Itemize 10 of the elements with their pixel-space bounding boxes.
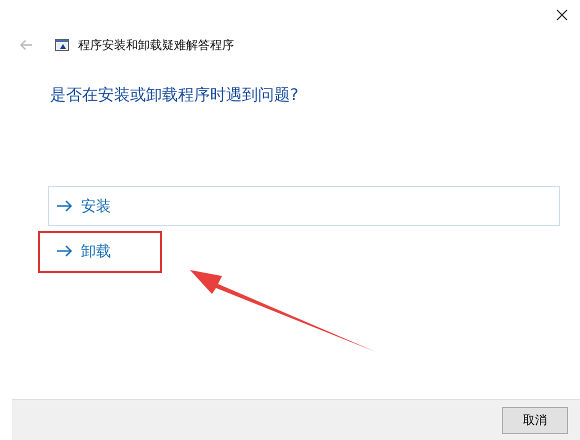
- close-icon[interactable]: [556, 9, 568, 21]
- program-window-icon: [55, 39, 69, 51]
- option-label: 安装: [81, 196, 111, 216]
- cancel-button[interactable]: 取消: [502, 406, 568, 434]
- question-heading: 是否在安装或卸载程序时遇到问题?: [50, 85, 300, 106]
- window-title: 程序安装和卸载疑难解答程序: [78, 36, 234, 54]
- option-label: 卸载: [81, 242, 111, 260]
- arrow-icon: [57, 245, 73, 257]
- option-link[interactable]: 安装: [48, 186, 560, 226]
- arrow-icon: [57, 200, 73, 212]
